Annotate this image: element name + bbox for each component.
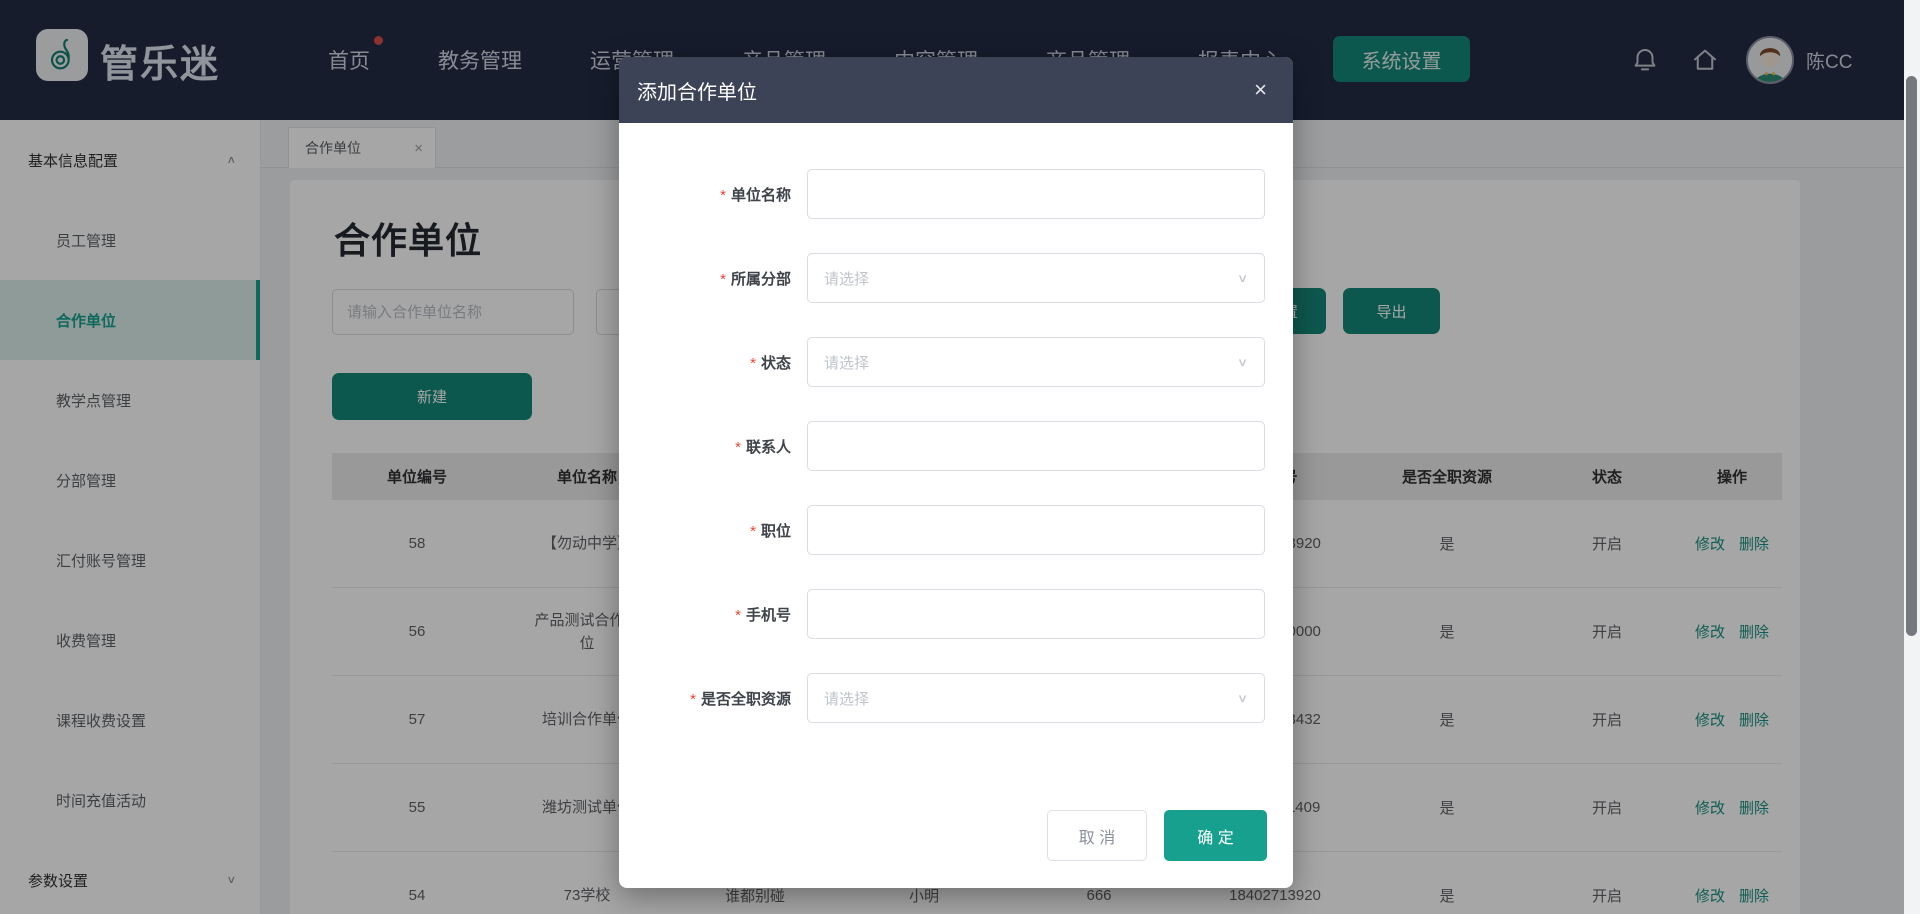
field-label-text: 状态	[761, 355, 791, 372]
chevron-down-icon: ∨	[1237, 355, 1248, 369]
required-asterisk: *	[750, 355, 756, 372]
add-partner-modal: 添加合作单位 × *单位名称*所属分部请选择∨*状态请选择∨*联系人*职位*手机…	[619, 57, 1293, 888]
field-text-input[interactable]	[807, 169, 1265, 219]
field-text-input[interactable]	[807, 505, 1265, 555]
required-asterisk: *	[720, 187, 726, 204]
field-label-text: 职位	[761, 523, 791, 540]
field-label-text: 单位名称	[731, 187, 791, 204]
required-asterisk: *	[735, 439, 741, 456]
form-field-row: * 单位名称	[619, 169, 1293, 219]
field-text-input[interactable]	[807, 421, 1265, 471]
cancel-button[interactable]: 取 消	[1047, 810, 1147, 861]
field-label-text: 所属分部	[731, 271, 791, 288]
field-label: * 状态	[619, 352, 791, 373]
field-label-text: 是否全职资源	[701, 691, 791, 708]
field-text-input[interactable]	[807, 589, 1265, 639]
select-placeholder: 请选择	[824, 268, 869, 289]
required-asterisk: *	[735, 607, 741, 624]
page-scrollbar[interactable]	[1904, 0, 1920, 914]
field-select[interactable]: 请选择 ∨	[807, 337, 1265, 387]
required-asterisk: *	[720, 271, 726, 288]
form-field-row: * 所属分部 请选择 ∨	[619, 253, 1293, 303]
scrollbar-thumb[interactable]	[1906, 76, 1917, 636]
modal-title: 添加合作单位	[637, 76, 757, 105]
field-select[interactable]: 请选择 ∨	[807, 253, 1265, 303]
field-label: * 职位	[619, 520, 791, 541]
field-label-text: 手机号	[746, 607, 791, 624]
confirm-button[interactable]: 确 定	[1164, 810, 1267, 861]
app-window: 管乐迷 首页教务管理运营管理产品管理内容管理商品管理报表中心 系统设置	[0, 0, 1920, 914]
form-field-row: * 手机号	[619, 589, 1293, 639]
form-field-row: * 联系人	[619, 421, 1293, 471]
select-placeholder: 请选择	[824, 352, 869, 373]
field-select[interactable]: 请选择 ∨	[807, 673, 1265, 723]
required-asterisk: *	[690, 691, 696, 708]
modal-close-icon[interactable]: ×	[1254, 79, 1267, 101]
field-label: * 是否全职资源	[619, 688, 791, 709]
chevron-down-icon: ∨	[1237, 271, 1248, 285]
field-label: * 手机号	[619, 604, 791, 625]
chevron-down-icon: ∨	[1237, 691, 1248, 705]
field-label-text: 联系人	[746, 439, 791, 456]
field-label: * 联系人	[619, 436, 791, 457]
form-field-row: * 职位	[619, 505, 1293, 555]
select-placeholder: 请选择	[824, 688, 869, 709]
form-field-row: * 状态 请选择 ∨	[619, 337, 1293, 387]
modal-footer: 取 消 确 定	[1047, 810, 1267, 861]
form-field-row: * 是否全职资源 请选择 ∨	[619, 673, 1293, 723]
field-label: * 单位名称	[619, 184, 791, 205]
modal-header: 添加合作单位 ×	[619, 57, 1293, 123]
required-asterisk: *	[750, 523, 756, 540]
field-label: * 所属分部	[619, 268, 791, 289]
modal-body: *单位名称*所属分部请选择∨*状态请选择∨*联系人*职位*手机号*是否全职资源请…	[619, 123, 1293, 888]
